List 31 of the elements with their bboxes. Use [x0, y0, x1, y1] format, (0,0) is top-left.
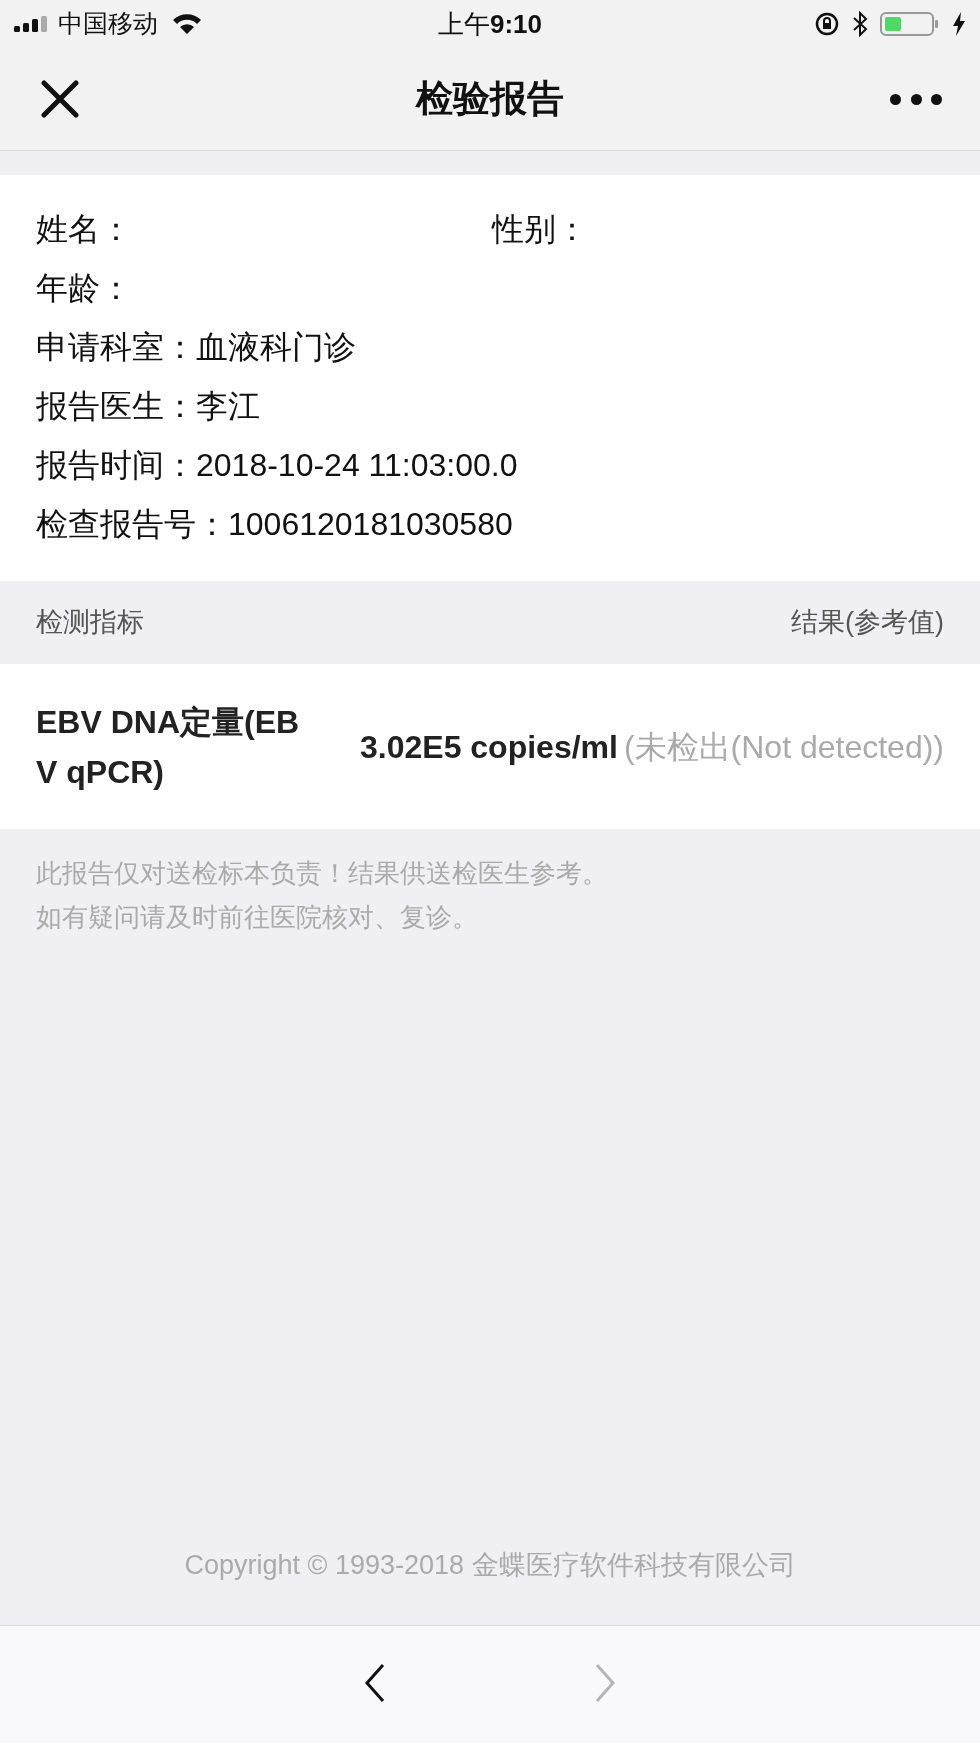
field-value: 李江 — [196, 386, 260, 426]
copyright-text: Copyright © 1993-2018 金蝶医疗软件科技有限公司 — [184, 1548, 796, 1582]
indicator-name: EBV DNA定量(EBV qPCR) — [36, 702, 301, 792]
result-value: 3.02E5 copies/ml — [360, 728, 618, 765]
field-label: 申请科室： — [36, 327, 196, 367]
column-header: 检测指标 — [36, 606, 144, 640]
signal-icon — [14, 16, 48, 32]
reference-value: (未检出(Not detected)) — [623, 728, 944, 765]
disclaimer-text: 此报告仅对送检标本负责！结果供送检医生参考。 — [36, 857, 609, 890]
field-label: 报告医生： — [36, 386, 196, 426]
carrier-name: 中国移动 — [58, 8, 158, 40]
field-label: 姓名： — [36, 209, 132, 249]
bluetooth-icon — [852, 11, 868, 37]
clock: 上午9:10 — [438, 7, 542, 41]
wifi-icon — [172, 13, 202, 35]
close-button[interactable] — [38, 77, 82, 121]
battery-icon — [880, 11, 940, 37]
rotation-lock-icon — [814, 11, 840, 37]
field-value: 1006120181030580 — [228, 504, 513, 544]
field-value: 血液科门诊 — [196, 327, 356, 367]
page-title: 检验报告 — [416, 77, 564, 122]
column-header: 结果(参考值) — [791, 606, 944, 640]
charging-icon — [952, 11, 966, 37]
chevron-right-icon — [594, 1663, 616, 1703]
field-label: 性别： — [492, 209, 588, 249]
disclaimer-text: 如有疑问请及时前往医院核对、复诊。 — [36, 901, 479, 934]
field-label: 报告时间： — [36, 445, 196, 485]
field-label: 检查报告号： — [36, 504, 228, 544]
chevron-left-icon — [364, 1663, 386, 1703]
field-value: 2018-10-24 11:03:00.0 — [196, 445, 518, 485]
field-label: 年龄： — [36, 268, 132, 308]
